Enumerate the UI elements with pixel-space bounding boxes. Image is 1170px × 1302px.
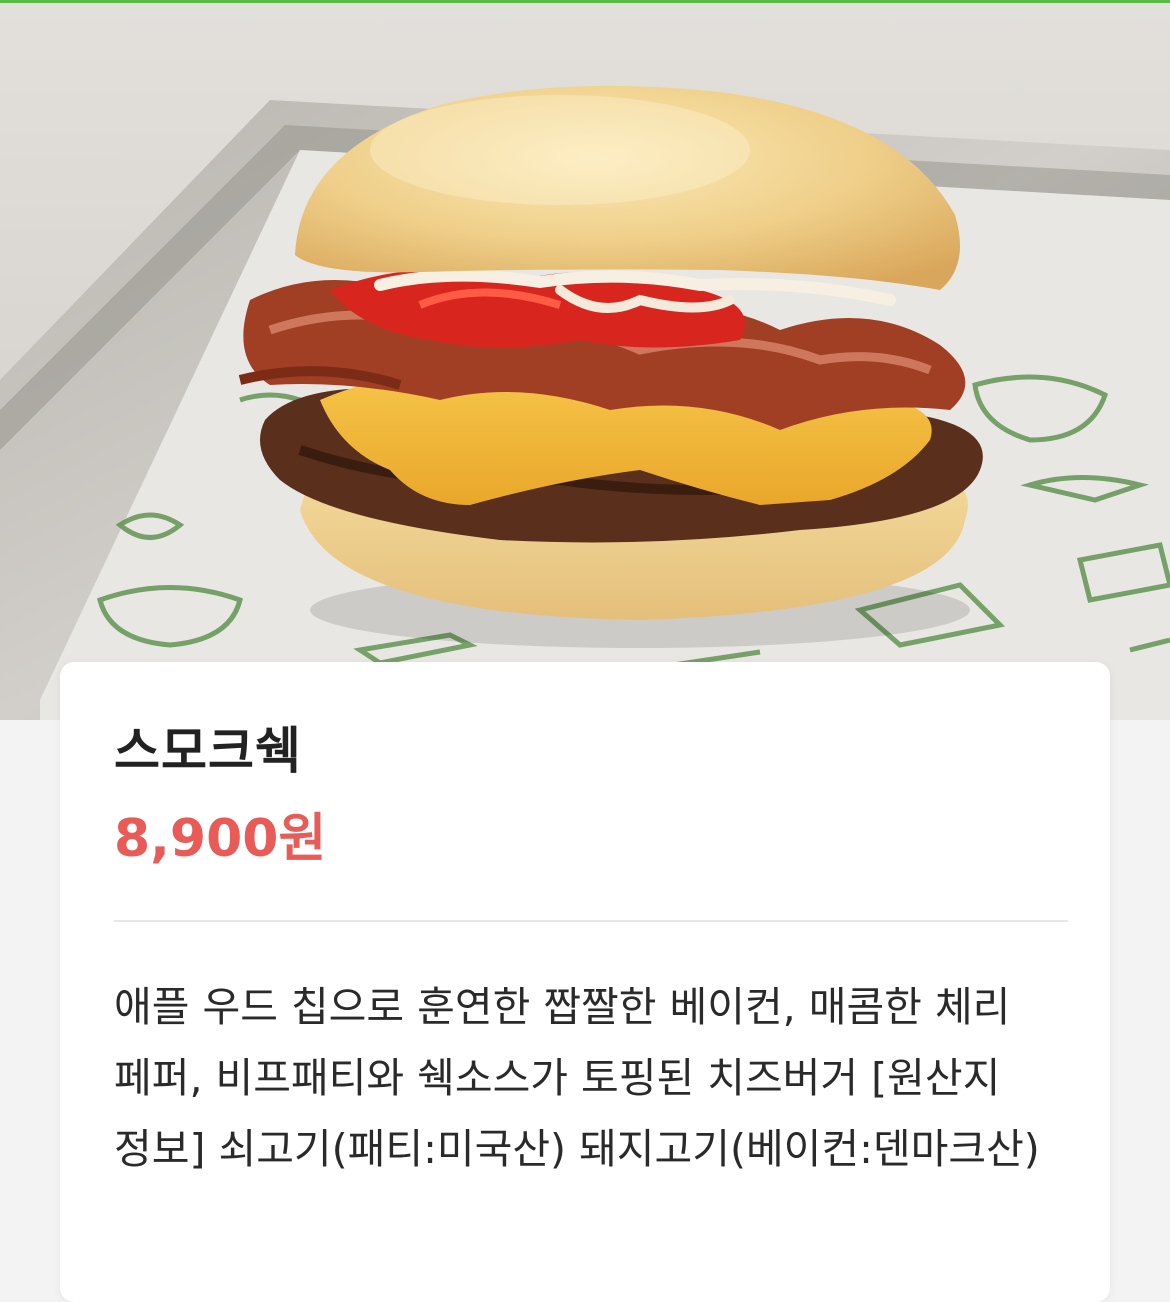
product-price: 8,900원: [114, 809, 327, 869]
product-info-card: 스모크쉑 8,900원 애플 우드 칩으로 훈연한 짭짤한 베이컨, 매콤한 체…: [60, 662, 1110, 1302]
product-name: 스모크쉑: [114, 722, 302, 780]
top-accent-bar: [0, 0, 1170, 3]
product-description: 애플 우드 칩으로 훈연한 짭짤한 베이컨, 매콤한 체리 페퍼, 비프패티와 …: [114, 983, 1040, 1173]
divider: [114, 920, 1068, 922]
product-photo: [0, 0, 1170, 720]
